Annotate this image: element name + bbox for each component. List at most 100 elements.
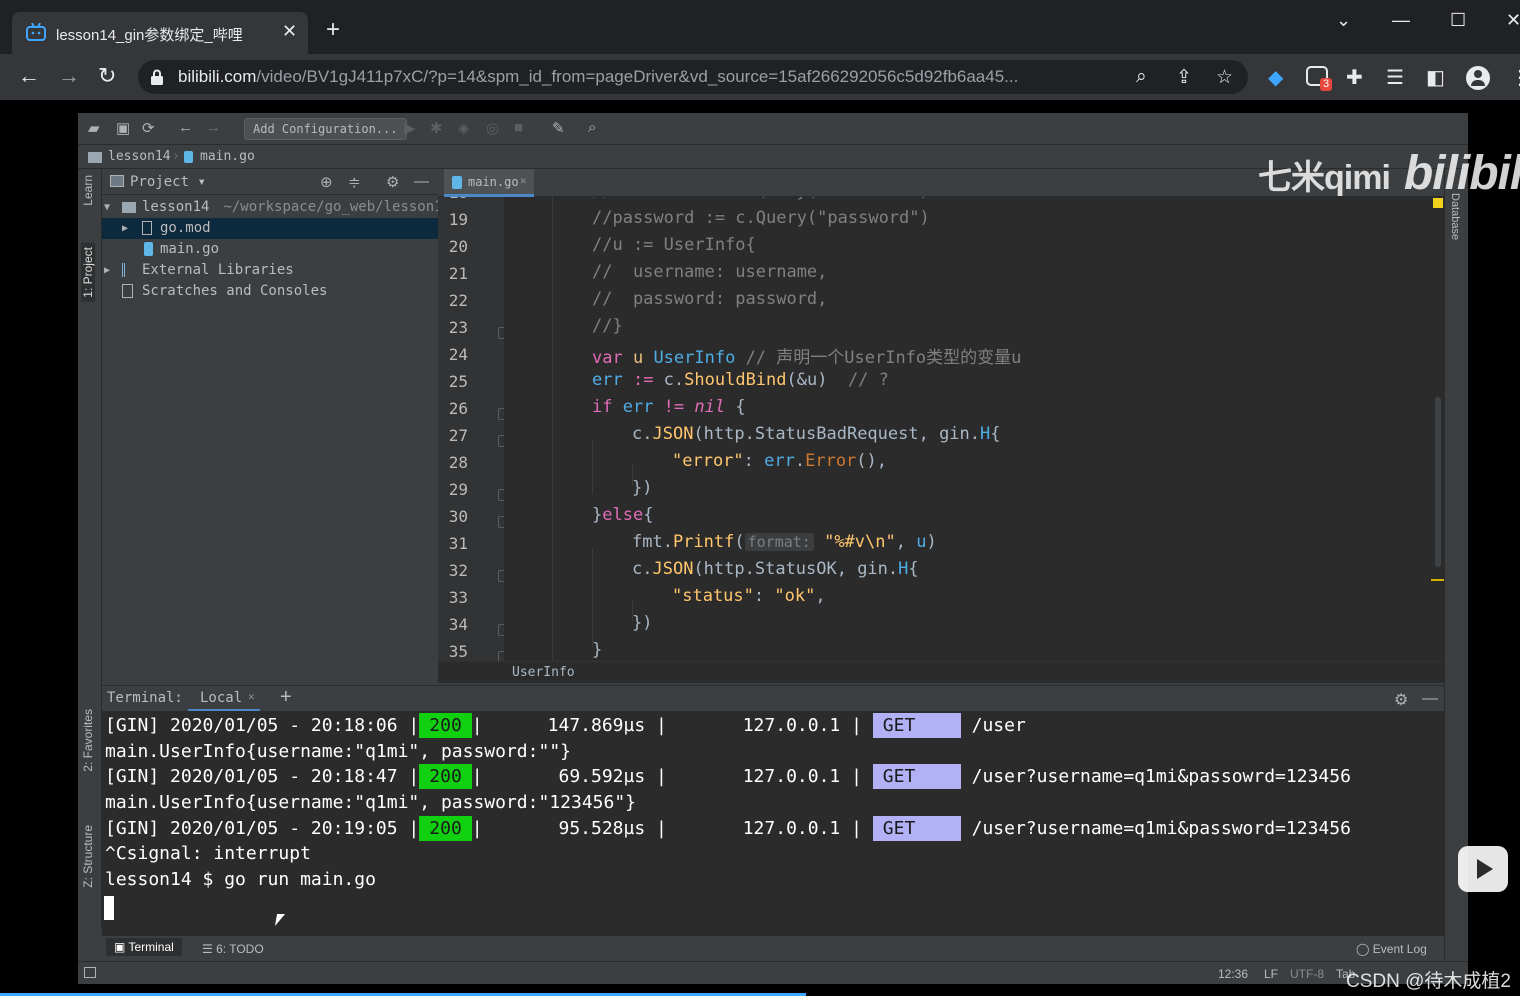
editor-tab-main-go[interactable]: main.go ✕ bbox=[444, 169, 534, 197]
bilibili-mini-player-icon[interactable] bbox=[1458, 846, 1508, 892]
share-icon[interactable]: ⇪ bbox=[1176, 66, 1192, 89]
code-line-18: //username := c.Query("username") bbox=[592, 197, 930, 208]
expand-arrow-icon[interactable]: ▶ bbox=[122, 218, 128, 239]
tab-structure[interactable]: Z: Structure bbox=[81, 825, 95, 888]
close-tab-icon[interactable]: ✕ bbox=[248, 690, 255, 703]
new-terminal-icon[interactable]: + bbox=[280, 686, 292, 709]
line-number: 31 bbox=[448, 534, 468, 553]
bottom-tool-tabs: ▣ Terminal ☰ 6: TODO ◯ Event Log bbox=[102, 935, 1444, 961]
stop-icon[interactable]: ■ bbox=[514, 119, 523, 136]
lock-icon bbox=[151, 69, 163, 85]
tree-item-external-libraries[interactable]: ▶ External Libraries bbox=[102, 260, 438, 281]
side-panel-icon[interactable]: ◧ bbox=[1426, 65, 1445, 90]
breadcrumb-project[interactable]: lesson14 bbox=[108, 149, 171, 164]
settings-gear-icon[interactable]: ⚙ bbox=[386, 173, 399, 191]
hide-terminal-icon[interactable]: — bbox=[1422, 690, 1438, 708]
tab-search-chevron-icon[interactable]: ⌄ bbox=[1336, 10, 1351, 31]
code-line-33: "status": "ok", bbox=[672, 586, 826, 606]
code-line-29: }) bbox=[632, 478, 653, 498]
code-line-31: fmt.Printf(format: "%#v\n", u) bbox=[632, 532, 937, 552]
line-number: 34 bbox=[448, 615, 468, 634]
reload-icon[interactable]: ↻ bbox=[98, 64, 116, 88]
event-log-icon: ◯ bbox=[1356, 942, 1373, 956]
cursor-position[interactable]: 12:36 bbox=[1218, 967, 1248, 981]
breadcrumb-file[interactable]: main.go bbox=[200, 149, 255, 164]
zoom-icon[interactable]: ⌕ bbox=[1136, 66, 1147, 88]
browser-tab[interactable]: lesson14_gin参数绑定_哔哩 ✕ bbox=[12, 12, 308, 54]
tab-learn[interactable]: Learn bbox=[81, 175, 95, 206]
nav-forward-icon[interactable]: → bbox=[206, 119, 221, 136]
extension-gem-icon[interactable]: ◆ bbox=[1268, 65, 1283, 90]
browser-tab-bar: lesson14_gin参数绑定_哔哩 ✕ + ⌄ — ☐ ✕ bbox=[0, 0, 1520, 54]
expand-arrow-icon[interactable]: ▼ bbox=[104, 197, 110, 218]
tab-project[interactable]: 1: Project bbox=[81, 243, 95, 302]
toggle-tool-windows-icon[interactable] bbox=[84, 967, 96, 978]
terminal-line: main.UserInfo{username:"q1mi", password:… bbox=[105, 741, 571, 762]
left-tool-strip: Learn 1: Project 2: Favorites Z: Structu… bbox=[78, 169, 102, 929]
media-playlist-icon[interactable]: ☰ bbox=[1386, 65, 1404, 90]
folder-icon bbox=[122, 202, 136, 213]
go-file-icon bbox=[452, 176, 462, 189]
sync-icon[interactable]: ⟳ bbox=[142, 119, 155, 137]
line-number: 24 bbox=[448, 345, 468, 364]
wrench-icon[interactable]: ✎ bbox=[552, 119, 565, 137]
file-encoding[interactable]: UTF-8 bbox=[1290, 967, 1324, 981]
debug-icon[interactable]: ✱ bbox=[430, 119, 443, 137]
project-title[interactable]: Project ▾ bbox=[130, 174, 206, 190]
collapse-all-icon[interactable]: ≑ bbox=[348, 173, 361, 191]
breadcrumb-separator: › bbox=[172, 149, 180, 164]
code-line-22: // password: password, bbox=[592, 289, 828, 309]
terminal-output[interactable]: [GIN] 2020/01/05 - 20:18:06 | 200 | 147.86… bbox=[102, 711, 1430, 935]
add-configuration-button[interactable]: Add Configuration... bbox=[244, 118, 407, 140]
code-line-24: var u UserInfo // 声明一个UserInfo类型的变量u bbox=[592, 348, 1022, 368]
bottom-tab-todo[interactable]: ☰ 6: TODO bbox=[202, 942, 264, 956]
terminal-tab-local[interactable]: Local ✕ bbox=[188, 686, 260, 712]
go-file-icon bbox=[184, 151, 193, 163]
coverage-icon[interactable]: ◈ bbox=[458, 119, 470, 137]
line-number: 21 bbox=[448, 264, 468, 283]
terminal-scrollbar[interactable] bbox=[1430, 711, 1444, 935]
extensions-puzzle-icon[interactable]: ✚ bbox=[1346, 65, 1363, 90]
tree-item-go-mod[interactable]: ▶ go.mod bbox=[102, 218, 438, 239]
address-bar[interactable]: bilibili.com/video/BV1gJ411p7xC/?p=14&sp… bbox=[138, 60, 1248, 94]
terminal-line: [GIN] 2020/01/05 - 20:18:06 | 200 | 147.86… bbox=[105, 713, 1026, 738]
profile-run-icon[interactable]: ◎ bbox=[486, 119, 499, 137]
back-icon[interactable]: ← bbox=[18, 64, 40, 88]
forward-icon[interactable]: → bbox=[58, 64, 80, 88]
tree-item-lesson14[interactable]: ▼ lesson14 ~/workspace/go_web/lesson14 bbox=[102, 197, 438, 218]
bookmark-star-icon[interactable]: ☆ bbox=[1216, 66, 1233, 89]
line-number: 20 bbox=[448, 237, 468, 256]
line-separator[interactable]: LF bbox=[1264, 967, 1278, 981]
extension-video-icon[interactable]: 3 bbox=[1306, 66, 1333, 91]
code-line-32: c.JSON(http.StatusOK, gin.H{ bbox=[632, 559, 919, 579]
method-badge: GET bbox=[872, 764, 961, 789]
bottom-tab-terminal[interactable]: ▣ Terminal bbox=[106, 938, 182, 956]
minimize-icon[interactable]: — bbox=[1392, 10, 1410, 31]
nav-back-icon[interactable]: ← bbox=[178, 119, 193, 136]
new-tab-icon[interactable]: + bbox=[326, 18, 340, 42]
save-icon[interactable]: ▣ bbox=[116, 119, 130, 137]
expand-arrow-icon[interactable]: ▶ bbox=[104, 260, 110, 281]
maximize-icon[interactable]: ☐ bbox=[1450, 10, 1466, 31]
open-folder-icon[interactable]: ▰ bbox=[88, 119, 100, 137]
line-number: 30 bbox=[448, 507, 468, 526]
tree-item-scratches[interactable]: Scratches and Consoles bbox=[102, 281, 438, 302]
tree-item-main-go[interactable]: main.go bbox=[102, 239, 438, 260]
code-editor[interactable]: //username := c.Query("username") //pass… bbox=[504, 197, 1444, 661]
event-log-button[interactable]: ◯ Event Log bbox=[1356, 942, 1427, 956]
todo-list-icon: ☰ bbox=[202, 942, 217, 956]
warning-marker[interactable] bbox=[1431, 579, 1445, 581]
profile-avatar[interactable] bbox=[1466, 66, 1490, 90]
scroll-thumb[interactable] bbox=[1435, 397, 1441, 567]
close-tab-icon[interactable]: ✕ bbox=[282, 21, 297, 42]
line-number: 35 bbox=[448, 642, 468, 661]
browser-menu-icon[interactable]: ⋮ bbox=[1510, 65, 1520, 90]
terminal-settings-icon[interactable]: ⚙ bbox=[1394, 690, 1408, 710]
close-tab-icon[interactable]: ✕ bbox=[520, 174, 527, 187]
hide-panel-icon[interactable]: — bbox=[414, 173, 429, 190]
close-window-icon[interactable]: ✕ bbox=[1506, 10, 1520, 31]
tab-favorites[interactable]: 2: Favorites bbox=[81, 709, 95, 772]
locate-file-icon[interactable]: ⊕ bbox=[320, 173, 333, 191]
search-icon[interactable]: ⌕ bbox=[588, 119, 596, 136]
run-icon[interactable]: ▶ bbox=[404, 119, 416, 137]
